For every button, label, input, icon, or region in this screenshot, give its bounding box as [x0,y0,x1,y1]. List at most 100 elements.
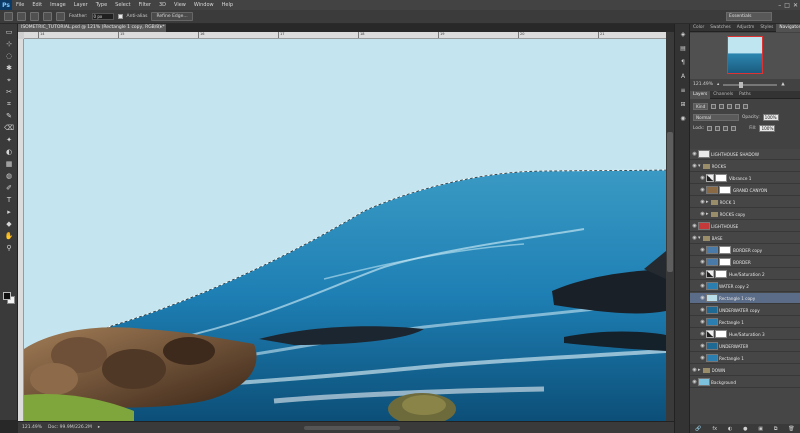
link-layers-icon[interactable]: 🔗 [695,426,701,432]
layers-list[interactable]: ◉ LIGHTHOUSE SHADOW ◉ ▾ ROCKS ◉ Vibrance… [690,149,800,424]
lasso-tool-preset-icon[interactable] [4,12,13,21]
group-toggle-icon[interactable]: ▾ [698,235,701,241]
menu-type[interactable]: Type [92,2,111,8]
tab-paths[interactable]: Paths [736,91,754,99]
healing-tool-icon[interactable]: ✦ [4,136,14,145]
hand-tool-icon[interactable]: ✋ [4,232,14,241]
tab-adjustments[interactable]: Adjustm [734,24,758,32]
visibility-eye-icon[interactable]: ◉ [691,151,698,157]
zoom-slider-knob[interactable] [739,81,744,88]
vertical-scrollbar[interactable] [666,32,674,421]
zoom-out-icon[interactable]: ▴ [717,82,719,87]
lasso-tool-icon[interactable]: ◌ [4,52,14,61]
layer-group-row[interactable]: ◉ ▸ ROCK 1 [690,197,800,208]
menu-file[interactable]: File [12,2,28,8]
layer-row[interactable]: ◉ UNDERWATER [690,341,800,352]
eyedropper-tool-icon[interactable]: ⌗ [4,100,14,109]
history-panel-icon[interactable]: ◈ [678,30,688,39]
character-panel-icon[interactable]: A [678,72,688,81]
visibility-eye-icon[interactable]: ◉ [699,247,706,253]
visibility-eye-icon[interactable]: ◉ [699,355,706,361]
layer-group-row[interactable]: ◉ ▾ ROCKS [690,161,800,172]
horizontal-scrollbar[interactable] [304,426,400,430]
zoom-in-icon[interactable]: ▲ [781,82,784,87]
layer-group-row[interactable]: ◉ ▸ ROCKS copy [690,209,800,220]
tab-swatches[interactable]: Swatches [707,24,734,32]
layer-row[interactable]: ◉ LIGHTHOUSE SHADOW [690,149,800,160]
layer-kind-filter[interactable]: Kind [693,102,709,110]
new-group-icon[interactable]: ▣ [758,426,763,432]
visibility-eye-icon[interactable]: ◉ [699,307,706,313]
intersect-selection-icon[interactable] [56,12,65,21]
layer-row[interactable]: ◉ GRAND CANYON [690,185,800,196]
antialias-checkbox[interactable] [117,14,123,19]
tab-color[interactable]: Color [690,24,707,32]
navigator-zoom-value[interactable]: 121.49% [693,82,713,87]
visibility-eye-icon[interactable]: ◉ [699,259,706,265]
visibility-eye-icon[interactable]: ◉ [691,367,698,373]
visibility-eye-icon[interactable]: ◉ [699,175,706,181]
pen-tool-icon[interactable]: ✐ [4,184,14,193]
layer-row[interactable]: ◉ BORDER [690,257,800,268]
layer-row[interactable]: ◉ Rectangle 1 [690,317,800,328]
info-panel-icon[interactable]: ⊞ [678,100,688,109]
visibility-eye-icon[interactable]: ◉ [699,187,706,193]
document-tab[interactable]: ISOMETRIC_TUTORIAL.psd @ 121% (Rectangle… [18,24,166,32]
layer-row[interactable]: ◉ LIGHTHOUSE [690,221,800,232]
menu-help[interactable]: Help [218,2,237,8]
close-icon[interactable]: ✕ [793,2,798,9]
layer-row[interactable]: ◉ Rectangle 1 [690,353,800,364]
visibility-eye-icon[interactable]: ◉ [691,163,698,169]
status-menu-arrow-icon[interactable]: ▸ [98,425,100,430]
feather-input[interactable]: 0 px [91,13,114,20]
new-layer-icon[interactable]: ⧉ [774,426,778,432]
menu-image[interactable]: Image [46,2,70,8]
menu-window[interactable]: Window [190,2,218,8]
visibility-eye-icon[interactable]: ◉ [699,295,706,301]
tab-navigator[interactable]: Navigator [776,23,800,32]
tab-channels[interactable]: Channels [710,91,736,99]
menu-view[interactable]: View [170,2,190,8]
layer-row[interactable]: ◉ WATER copy 2 [690,281,800,292]
move-tool-icon[interactable]: ⊹ [4,40,14,49]
layer-group-row[interactable]: ◉ ▸ DOWN [690,365,800,376]
delete-layer-icon[interactable]: 🗑 [788,426,794,432]
layer-row[interactable]: ◉ Vibrance 1 [690,173,800,184]
dodge-tool-icon[interactable]: ◐ [4,148,14,157]
navigator-preview[interactable] [690,33,800,79]
opacity-input[interactable]: 100% [762,113,779,121]
layer-mask-thumbnail[interactable] [715,174,727,182]
visibility-eye-icon[interactable]: ◉ [691,223,698,229]
filter-adjustment-icon[interactable] [719,103,725,109]
fill-input[interactable]: 100% [759,124,776,132]
menu-select[interactable]: Select [111,2,134,8]
document-canvas[interactable] [24,39,666,421]
visibility-eye-icon[interactable]: ◉ [691,379,698,385]
navigator-zoom-slider[interactable] [723,81,778,88]
slice-tool-icon[interactable]: ✂ [4,88,14,97]
visibility-eye-icon[interactable]: ◉ [699,199,706,205]
layer-mask-thumbnail[interactable] [715,270,727,278]
zoom-tool-icon[interactable]: ⚲ [4,244,14,253]
quick-select-tool-icon[interactable]: ✱ [4,64,14,73]
filter-shape-icon[interactable] [735,103,741,109]
tab-styles[interactable]: Styles [757,24,776,32]
horizontal-ruler[interactable]: 14 15 16 17 18 19 20 21 [24,32,666,39]
document-close-icon[interactable]: × [159,24,163,32]
minimize-icon[interactable]: – [778,2,781,9]
marquee-tool-icon[interactable]: ▭ [4,28,14,37]
properties-panel-icon[interactable]: ≡ [678,86,688,95]
add-selection-icon[interactable] [30,12,39,21]
crop-tool-icon[interactable]: ⌖ [4,76,14,85]
group-toggle-icon[interactable]: ▸ [706,211,709,217]
menu-filter[interactable]: Filter [135,2,155,8]
vertical-scroll-thumb[interactable] [667,132,673,272]
subtract-selection-icon[interactable] [43,12,52,21]
tab-layers[interactable]: Layers [690,90,711,99]
actions-panel-icon[interactable]: ▤ [678,44,688,53]
brush-tool-icon[interactable]: ✎ [4,112,14,121]
visibility-eye-icon[interactable]: ◉ [699,319,706,325]
foreground-color-swatch[interactable] [3,292,11,300]
filter-smart-icon[interactable] [743,103,749,109]
maximize-icon[interactable]: □ [784,2,790,9]
